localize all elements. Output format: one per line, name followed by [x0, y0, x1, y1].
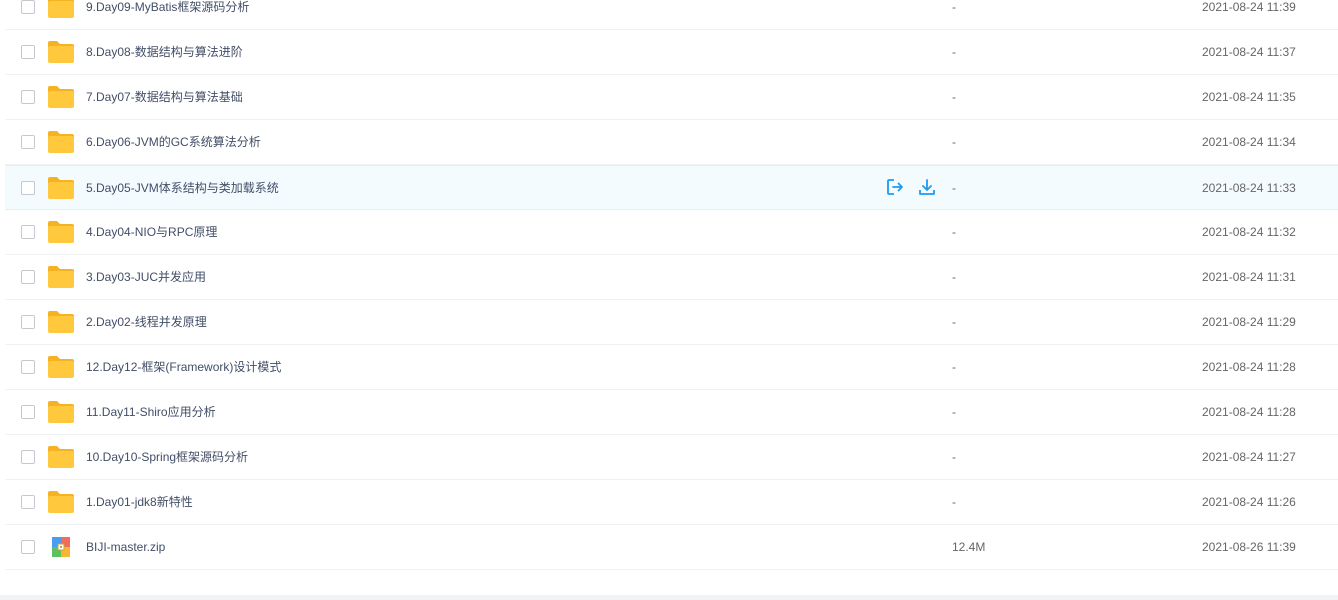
- file-size: -: [952, 45, 956, 59]
- download-icon[interactable]: [917, 177, 937, 197]
- folder-icon: [48, 266, 74, 288]
- file-row[interactable]: 7.Day07-数据结构与算法基础 - 2021-08-24 11:35: [5, 75, 1338, 120]
- modified-time: 2021-08-24 11:29: [1202, 315, 1296, 329]
- row-checkbox[interactable]: [21, 0, 35, 14]
- file-size: -: [952, 360, 956, 374]
- file-name-link[interactable]: 10.Day10-Spring框架源码分析: [86, 449, 248, 465]
- folder-icon: [48, 401, 74, 423]
- file-size: -: [952, 225, 956, 239]
- row-checkbox[interactable]: [21, 225, 35, 239]
- row-checkbox[interactable]: [21, 181, 35, 195]
- file-name-link[interactable]: 3.Day03-JUC并发应用: [86, 269, 206, 285]
- file-row[interactable]: 11.Day11-Shiro应用分析 - 2021-08-24 11:28: [5, 390, 1338, 435]
- file-size: -: [952, 0, 956, 14]
- file-row[interactable]: 8.Day08-数据结构与算法进阶 - 2021-08-24 11:37: [5, 30, 1338, 75]
- file-list: 9.Day09-MyBatis框架源码分析 - 2021-08-24 11:39 8.…: [0, 0, 1338, 570]
- file-row[interactable]: BIJI-master.zip 12.4M 2021-08-26 11:39: [5, 525, 1338, 570]
- file-size: -: [952, 495, 956, 509]
- modified-time: 2021-08-24 11:28: [1202, 405, 1296, 419]
- folder-icon: [48, 177, 74, 199]
- row-checkbox[interactable]: [21, 90, 35, 104]
- folder-icon: [48, 86, 74, 108]
- modified-time: 2021-08-24 11:32: [1202, 225, 1296, 239]
- file-name-link[interactable]: 11.Day11-Shiro应用分析: [86, 404, 216, 420]
- modified-time: 2021-08-24 11:39: [1202, 0, 1296, 14]
- row-checkbox[interactable]: [21, 360, 35, 374]
- file-name-link[interactable]: 9.Day09-MyBatis框架源码分析: [86, 0, 249, 15]
- file-row[interactable]: 2.Day02-线程并发原理 - 2021-08-24 11:29: [5, 300, 1338, 345]
- modified-time: 2021-08-24 11:31: [1202, 270, 1296, 284]
- modified-time: 2021-08-24 11:34: [1202, 135, 1296, 149]
- modified-time: 2021-08-24 11:33: [1202, 181, 1296, 195]
- file-size: -: [952, 181, 956, 195]
- modified-time: 2021-08-26 11:39: [1202, 540, 1296, 554]
- folder-icon: [48, 356, 74, 378]
- folder-icon: [48, 41, 74, 63]
- file-row[interactable]: 3.Day03-JUC并发应用 - 2021-08-24 11:31: [5, 255, 1338, 300]
- folder-icon: [48, 0, 74, 18]
- row-checkbox[interactable]: [21, 540, 35, 554]
- file-name-link[interactable]: 8.Day08-数据结构与算法进阶: [86, 44, 243, 60]
- folder-icon: [48, 446, 74, 468]
- row-checkbox[interactable]: [21, 270, 35, 284]
- row-checkbox[interactable]: [21, 405, 35, 419]
- file-row[interactable]: 9.Day09-MyBatis框架源码分析 - 2021-08-24 11:39: [5, 0, 1338, 30]
- file-name-link[interactable]: 4.Day04-NIO与RPC原理: [86, 224, 217, 240]
- row-checkbox[interactable]: [21, 495, 35, 509]
- row-actions: [885, 177, 937, 197]
- row-checkbox[interactable]: [21, 45, 35, 59]
- file-name-link[interactable]: 6.Day06-JVM的GC系统算法分析: [86, 134, 261, 150]
- file-name-link[interactable]: 12.Day12-框架(Framework)设计模式: [86, 359, 281, 375]
- file-row[interactable]: 1.Day01-jdk8新特性 - 2021-08-24 11:26: [5, 480, 1338, 525]
- modified-time: 2021-08-24 11:28: [1202, 360, 1296, 374]
- folder-icon: [48, 221, 74, 243]
- folder-icon: [48, 311, 74, 333]
- folder-icon: [48, 491, 74, 513]
- bottom-scroll-track: [0, 595, 1338, 600]
- modified-time: 2021-08-24 11:35: [1202, 90, 1296, 104]
- file-size: -: [952, 135, 956, 149]
- zip-archive-icon: [52, 537, 70, 557]
- file-name-link[interactable]: 1.Day01-jdk8新特性: [86, 494, 193, 510]
- modified-time: 2021-08-24 11:26: [1202, 495, 1296, 509]
- file-name-link[interactable]: BIJI-master.zip: [86, 539, 165, 555]
- file-row[interactable]: 5.Day05-JVM体系结构与类加载系统 - 2021-08-24 11:33: [5, 165, 1338, 210]
- file-row[interactable]: 10.Day10-Spring框架源码分析 - 2021-08-24 11:27: [5, 435, 1338, 480]
- modified-time: 2021-08-24 11:37: [1202, 45, 1296, 59]
- share-icon[interactable]: [885, 177, 905, 197]
- file-row[interactable]: 6.Day06-JVM的GC系统算法分析 - 2021-08-24 11:34: [5, 120, 1338, 165]
- file-size: -: [952, 450, 956, 464]
- modified-time: 2021-08-24 11:27: [1202, 450, 1296, 464]
- file-size: -: [952, 315, 956, 329]
- file-size: 12.4M: [952, 540, 986, 554]
- file-size: -: [952, 90, 956, 104]
- row-checkbox[interactable]: [21, 450, 35, 464]
- folder-icon: [48, 131, 74, 153]
- file-name-link[interactable]: 5.Day05-JVM体系结构与类加载系统: [86, 180, 279, 196]
- row-checkbox[interactable]: [21, 315, 35, 329]
- file-name-link[interactable]: 7.Day07-数据结构与算法基础: [86, 89, 243, 105]
- file-size: -: [952, 405, 956, 419]
- row-checkbox[interactable]: [21, 135, 35, 149]
- file-row[interactable]: 12.Day12-框架(Framework)设计模式 - 2021-08-24 11…: [5, 345, 1338, 390]
- file-row[interactable]: 4.Day04-NIO与RPC原理 - 2021-08-24 11:32: [5, 210, 1338, 255]
- file-size: -: [952, 270, 956, 284]
- file-name-link[interactable]: 2.Day02-线程并发原理: [86, 314, 207, 330]
